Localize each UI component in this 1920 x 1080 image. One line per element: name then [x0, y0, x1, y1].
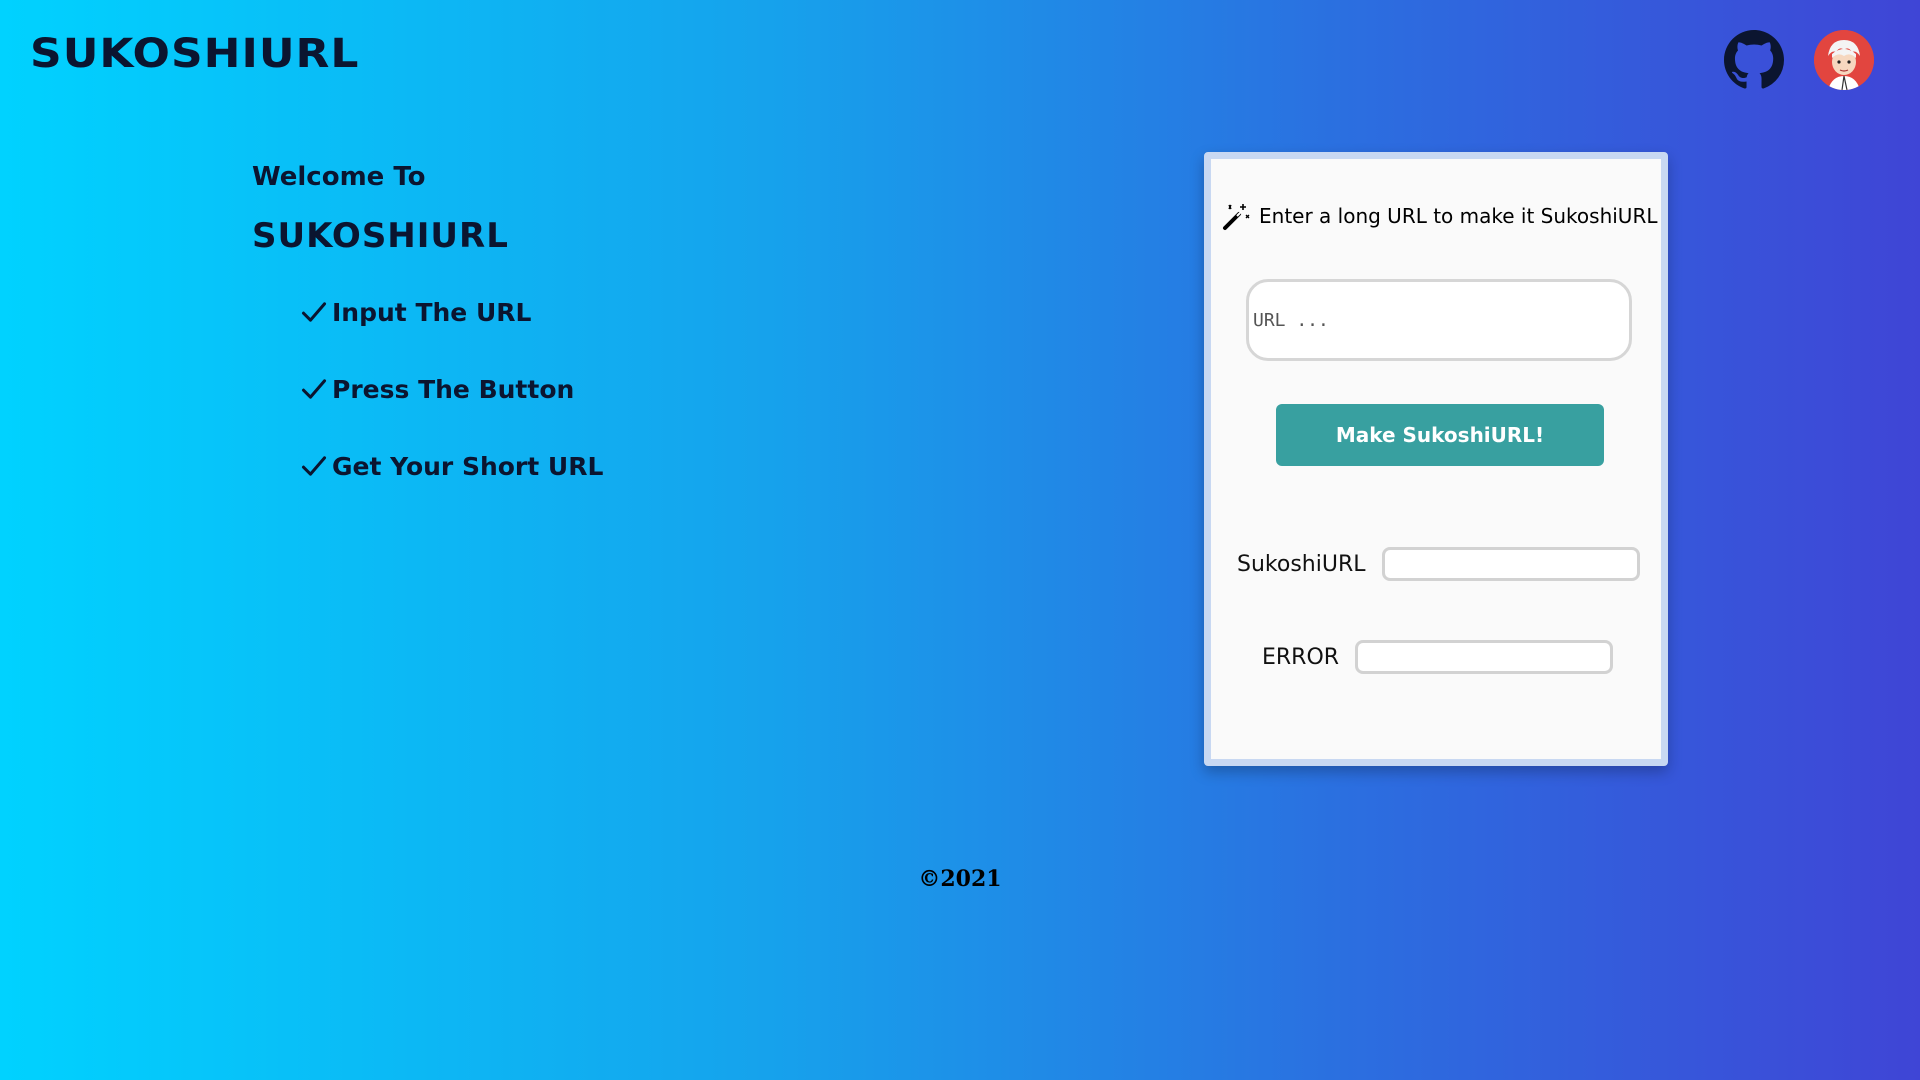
hero-brand: SUKOSHIURL [252, 216, 509, 256]
form-heading-text: Enter a long URL to make it SukoshiURL [1259, 204, 1658, 228]
error-output [1355, 640, 1614, 674]
magic-wand-icon [1223, 204, 1250, 230]
error-label: ERROR [1262, 644, 1340, 670]
make-sukoshiurl-button[interactable]: Make SukoshiURL! [1276, 404, 1604, 466]
check-icon [301, 302, 327, 322]
step-label: Get Your Short URL [332, 451, 604, 481]
url-input[interactable] [1246, 279, 1632, 361]
result-output[interactable] [1381, 547, 1640, 581]
error-row: ERROR [1262, 640, 1614, 674]
welcome-text: Welcome To [252, 162, 426, 192]
shorten-form-card: Enter a long URL to make it SukoshiURL M… [1204, 152, 1668, 766]
form-heading: Enter a long URL to make it SukoshiURL [1221, 201, 1657, 231]
result-row: SukoshiURL [1237, 547, 1640, 581]
step-label: Input The URL [332, 297, 532, 327]
list-item: Press The Button [300, 373, 603, 405]
github-icon[interactable] [1724, 30, 1784, 90]
steps-list: Input The URL Press The Button Get Your … [300, 296, 603, 482]
avatar-icon[interactable] [1814, 30, 1874, 90]
check-icon [301, 379, 327, 399]
check-icon [301, 456, 327, 476]
list-item: Input The URL [300, 296, 603, 328]
result-label: SukoshiURL [1237, 551, 1366, 577]
top-icons [1724, 30, 1874, 90]
hero-section: Welcome To SUKOSHIURL Input The URL Pres… [252, 162, 603, 527]
copyright: ©2021 [918, 866, 1002, 892]
site-logo[interactable]: SUKOSHIURL [30, 30, 359, 77]
list-item: Get Your Short URL [300, 450, 603, 482]
step-label: Press The Button [332, 374, 575, 404]
